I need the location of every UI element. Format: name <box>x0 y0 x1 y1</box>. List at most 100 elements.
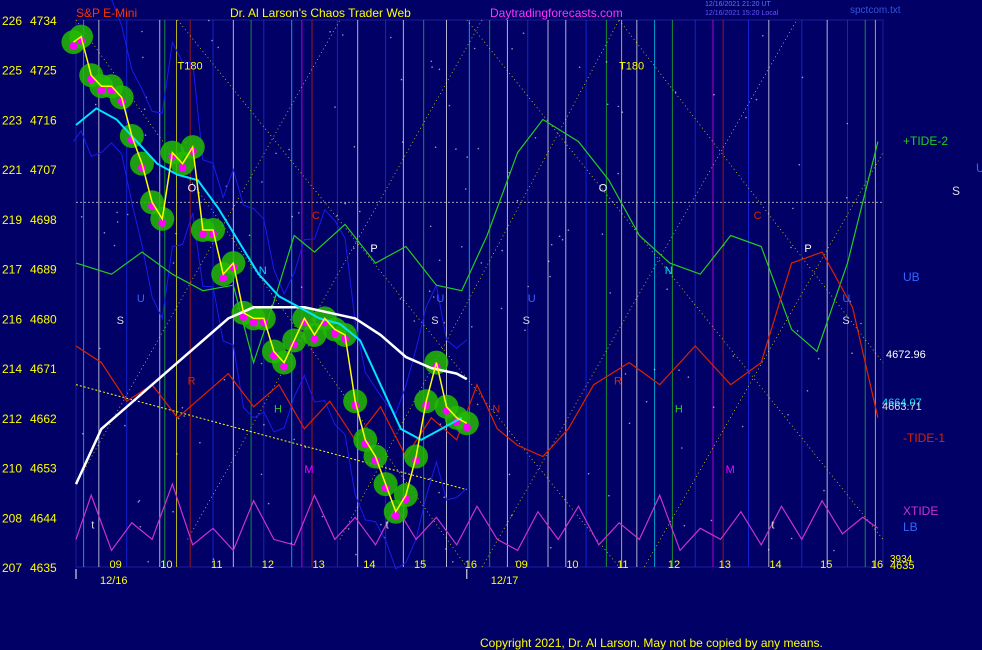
background-dot <box>860 322 862 325</box>
annotation-label: P <box>804 243 811 255</box>
site-link[interactable]: Daytradingforecasts.com <box>490 6 623 20</box>
background-dot <box>452 561 454 563</box>
background-dot <box>263 423 265 426</box>
background-dot <box>137 501 140 503</box>
background-dot <box>400 78 403 81</box>
background-dot <box>103 232 106 234</box>
price-point <box>97 86 106 95</box>
annotation-label: T180 <box>619 61 644 73</box>
y-tick-label-right: 4698 <box>30 213 57 227</box>
timestamp-local: 12/16/2021 15:20 Local <box>705 10 779 17</box>
x-tick-label: 11 <box>617 559 628 571</box>
y-tick-label-left: 226 <box>2 14 22 28</box>
annotation-label: R <box>188 376 196 388</box>
price-point <box>178 163 187 172</box>
legend-far-right-letter: S <box>952 184 960 198</box>
x-tick-label: 15 <box>820 559 832 571</box>
background-dot <box>445 548 447 550</box>
background-dot <box>851 352 853 355</box>
background-dot <box>300 286 303 288</box>
background-dot <box>261 181 263 183</box>
background-dot <box>628 422 631 425</box>
diagonal-line <box>618 19 884 363</box>
background-dot <box>432 296 435 298</box>
y-tick-label-left: 221 <box>2 163 22 177</box>
background-dot <box>550 546 552 549</box>
background-dot <box>801 76 804 79</box>
annotation-label: P <box>370 243 377 255</box>
background-dot <box>645 400 648 403</box>
background-dot <box>790 246 792 249</box>
background-dot <box>248 234 251 237</box>
chart-canvas: 226 4734 225 4725 223 4716 221 4707 219 4698 217 46… <box>2 0 982 587</box>
background-dot <box>141 30 143 33</box>
y-tick-label-right: 4725 <box>30 64 57 78</box>
background-dot <box>355 553 357 556</box>
y-tick-label-left: 225 <box>2 64 22 78</box>
y-tick-label-left: 223 <box>2 113 22 127</box>
y-tick-label-right: 4644 <box>30 511 57 525</box>
background-dot <box>431 66 433 68</box>
background-dot <box>790 537 793 540</box>
background-dot <box>260 473 263 476</box>
annotation-label: H <box>675 403 683 415</box>
diagonal-line <box>466 19 884 540</box>
y-tick-label-right: 4680 <box>30 312 57 326</box>
background-dot <box>347 528 350 530</box>
annotation-label: N <box>259 265 267 277</box>
x-tick-label: 09 <box>516 559 528 571</box>
background-dot <box>846 122 849 125</box>
background-dot <box>792 207 794 210</box>
background-dot <box>429 225 432 228</box>
background-dot <box>534 137 537 139</box>
annotation-label: t <box>386 519 389 531</box>
date-tick-label: 12/16 <box>100 575 128 587</box>
background-dot <box>353 146 356 148</box>
background-dot <box>82 432 84 435</box>
background-dot <box>80 216 83 218</box>
annotation-label: t <box>91 519 94 531</box>
background-dot <box>678 369 680 372</box>
annotation-label: C <box>312 210 320 222</box>
background-dot <box>321 515 324 518</box>
price-point <box>462 423 471 432</box>
annotation-label: S <box>842 315 849 327</box>
background-dot <box>732 355 735 357</box>
background-dot <box>455 148 457 150</box>
background-dot <box>510 514 513 517</box>
background-dot <box>288 148 290 151</box>
annotation-label: H <box>274 403 282 415</box>
x-tick-label: 15 <box>414 559 426 571</box>
background-dot <box>461 246 463 248</box>
y-tick-label-left: 210 <box>2 462 22 476</box>
background-dot <box>549 275 551 278</box>
annotation-label: t <box>771 519 774 531</box>
background-dot <box>172 510 174 513</box>
background-dot <box>139 525 142 528</box>
date-tick-label: 12/17 <box>491 575 519 587</box>
background-dot <box>817 357 820 360</box>
right-value-label: 4672.96 <box>886 349 926 361</box>
background-dot <box>578 66 581 68</box>
background-dot <box>674 91 677 93</box>
background-dot <box>298 212 300 214</box>
background-dot <box>124 424 126 427</box>
background-dot <box>181 407 184 409</box>
background-dot <box>138 499 141 502</box>
background-dot <box>217 46 219 49</box>
background-dot <box>329 31 331 33</box>
price-point <box>280 362 289 371</box>
background-dot <box>199 441 201 444</box>
background-dot <box>473 47 476 50</box>
background-dot <box>681 447 683 449</box>
background-dot <box>617 172 619 175</box>
background-dot <box>176 453 178 455</box>
background-dot <box>438 68 441 71</box>
background-dot <box>547 260 550 263</box>
background-dot <box>94 103 97 106</box>
annotation-label: U <box>842 293 850 305</box>
background-dot <box>833 549 835 552</box>
annotation-label: R <box>614 376 622 388</box>
background-dot <box>500 307 503 310</box>
background-dot <box>353 247 355 249</box>
